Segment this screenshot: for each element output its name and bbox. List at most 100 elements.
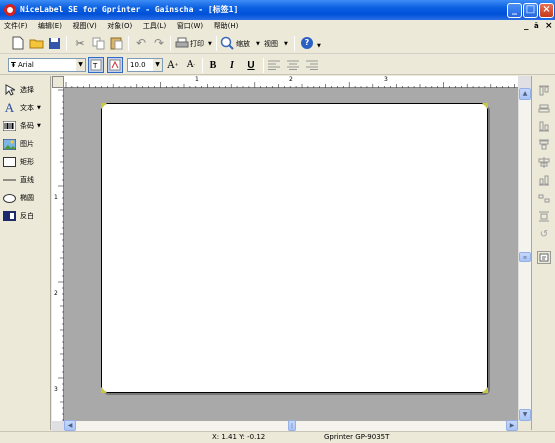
- align-top-edge-icon[interactable]: [537, 138, 551, 151]
- cut-icon[interactable]: ✂: [72, 35, 88, 51]
- font-name-value: Arial: [18, 61, 34, 69]
- toolbar-separator: [263, 58, 264, 73]
- close-button[interactable]: ×: [539, 3, 554, 18]
- mdi-minimize-button[interactable]: _: [524, 20, 529, 33]
- menu-view[interactable]: 视图(V): [68, 20, 100, 33]
- rotate-icon[interactable]: ↺: [537, 228, 551, 241]
- zoom-icon[interactable]: [219, 35, 235, 51]
- view-dropdown-arrow[interactable]: ▼: [284, 36, 288, 52]
- bold-button[interactable]: B: [205, 57, 221, 73]
- tool-picture[interactable]: 图片: [3, 136, 34, 152]
- tool-label: 矩形: [20, 158, 34, 166]
- ruler-mark: 1: [195, 76, 199, 83]
- tool-panel: 选择 A 文本 ▼ 条码 ▼ 图片 矩形 直线 椭圆 反白: [0, 76, 51, 430]
- corner-marker-top-right: [482, 103, 488, 109]
- align-top-icon[interactable]: [537, 84, 551, 97]
- align-center-icon[interactable]: [285, 57, 301, 73]
- ruler-mark: 2: [289, 76, 293, 83]
- mdi-close-button[interactable]: ×: [545, 20, 553, 33]
- inverse-icon: [3, 210, 16, 222]
- open-folder-icon[interactable]: [28, 35, 44, 51]
- ruler-mark: 2: [54, 290, 58, 297]
- view-button[interactable]: 视图: [264, 36, 278, 52]
- title-bar: NiceLabel SE for Gprinter - Gainscha - […: [0, 0, 555, 20]
- printer-icon[interactable]: [174, 35, 190, 51]
- print-button[interactable]: 打印: [190, 36, 204, 52]
- menu-help[interactable]: 帮助(H): [210, 20, 243, 33]
- tool-text[interactable]: A 文本 ▼: [3, 100, 41, 116]
- chevron-down-icon: ▼: [76, 59, 85, 71]
- new-file-icon[interactable]: [10, 35, 26, 51]
- svg-text:T: T: [92, 62, 98, 70]
- align-left-icon[interactable]: [266, 57, 282, 73]
- scroll-up-button[interactable]: ▲: [519, 88, 531, 100]
- tool-line[interactable]: 直线: [3, 172, 34, 188]
- barcode-icon: [3, 120, 16, 132]
- font-preview-toggle-icon[interactable]: [107, 57, 123, 73]
- scroll-corner: [518, 421, 531, 431]
- tool-label: 椭圆: [20, 194, 34, 202]
- scroll-right-button[interactable]: ▶: [506, 420, 518, 431]
- save-icon[interactable]: [46, 35, 62, 51]
- label-page[interactable]: [101, 103, 488, 393]
- cursor-coordinates: X: 1.41 Y: -0.12: [212, 433, 266, 441]
- decrease-font-icon[interactable]: A-: [183, 57, 199, 73]
- font-size-select[interactable]: 10.0 ▼: [127, 58, 163, 72]
- app-logo-icon: [4, 4, 16, 16]
- vertical-scrollbar[interactable]: ▲ ≡ ▼: [518, 88, 531, 421]
- italic-button[interactable]: I: [224, 57, 240, 73]
- toolbar-separator: [128, 36, 129, 51]
- toolbar-separator: [66, 36, 67, 51]
- minimize-button[interactable]: _: [507, 3, 522, 18]
- align-bottom-edge-icon[interactable]: [537, 174, 551, 187]
- scroll-down-button[interactable]: ▼: [519, 409, 531, 421]
- tool-label: 选择: [20, 86, 34, 94]
- copy-icon[interactable]: [90, 35, 106, 51]
- redo-icon[interactable]: ↷: [151, 35, 167, 51]
- menu-window[interactable]: 窗口(W): [173, 20, 207, 33]
- distribute-horizontal-icon[interactable]: [537, 192, 551, 205]
- font-style-toggle-icon[interactable]: T: [88, 57, 104, 73]
- vertical-scroll-thumb[interactable]: ≡: [519, 252, 531, 262]
- maximize-button[interactable]: □: [523, 3, 538, 18]
- tool-rectangle[interactable]: 矩形: [3, 154, 34, 170]
- tool-inverse[interactable]: 反白: [3, 208, 34, 224]
- menu-object[interactable]: 对象(O): [103, 20, 136, 33]
- align-bottom-icon[interactable]: [537, 120, 551, 133]
- undo-icon[interactable]: ↶: [133, 35, 149, 51]
- tool-ellipse[interactable]: 椭圆: [3, 190, 34, 206]
- print-dropdown-arrow[interactable]: ▼: [208, 36, 212, 52]
- zoom-dropdown-arrow[interactable]: ▼: [256, 36, 260, 52]
- font-name-select[interactable]: Ŧ Arial ▼: [8, 58, 86, 72]
- pointer-icon: [3, 84, 16, 96]
- help-glyph: ?: [301, 37, 313, 49]
- increase-font-icon[interactable]: A +: [165, 57, 181, 73]
- horizontal-scroll-thumb[interactable]: |: [288, 420, 296, 431]
- tool-label: 反白: [20, 212, 34, 220]
- align-right-icon[interactable]: [304, 57, 320, 73]
- horizontal-scrollbar[interactable]: ◀ | ▶: [64, 420, 518, 431]
- scroll-left-button[interactable]: ◀: [64, 420, 76, 431]
- toolbar-options-arrow[interactable]: ▼: [317, 38, 321, 54]
- distribute-vertical-icon[interactable]: [537, 210, 551, 223]
- corner-marker-bottom-right: [482, 387, 488, 393]
- menu-edit[interactable]: 编辑(E): [34, 20, 66, 33]
- help-icon[interactable]: ?: [299, 35, 315, 51]
- tool-barcode[interactable]: 条码 ▼: [3, 118, 41, 134]
- mdi-restore-button[interactable]: ā: [534, 20, 539, 33]
- paste-icon[interactable]: [108, 35, 124, 51]
- object-properties-icon[interactable]: [537, 251, 551, 264]
- menu-file[interactable]: 文件(F): [0, 20, 32, 33]
- picture-icon: [3, 138, 16, 150]
- underline-button[interactable]: U: [243, 57, 259, 73]
- font-type-icon: Ŧ: [11, 61, 16, 69]
- align-center-horizontal-icon[interactable]: [537, 156, 551, 169]
- ruler-corner[interactable]: [52, 76, 64, 88]
- chevron-down-icon: ▼: [37, 105, 41, 111]
- zoom-button[interactable]: 缩放: [236, 36, 250, 52]
- align-middle-icon[interactable]: [537, 102, 551, 115]
- menu-tools[interactable]: 工具(L): [139, 20, 170, 33]
- chevron-down-icon: ▼: [37, 123, 41, 129]
- text-icon: A: [4, 100, 15, 115]
- tool-select[interactable]: 选择: [3, 82, 34, 98]
